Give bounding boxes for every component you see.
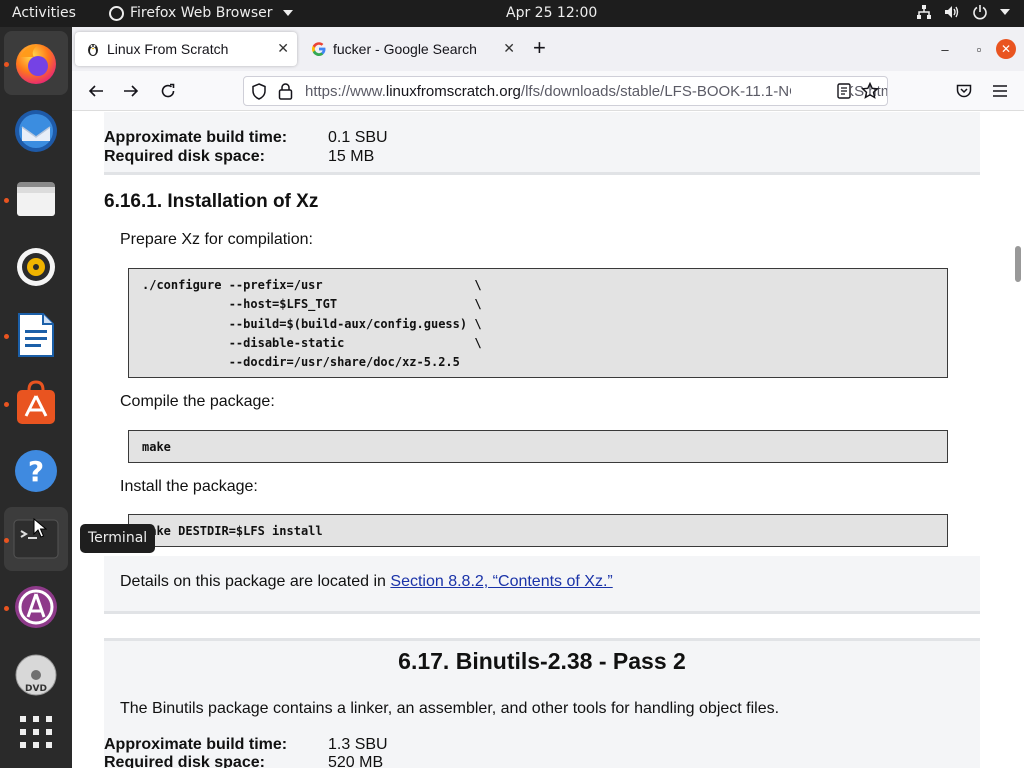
- minimize-icon[interactable]: –: [928, 42, 962, 57]
- details-note: Details on this package are located in S…: [104, 556, 980, 614]
- help-icon: ?: [15, 450, 57, 492]
- hamburger-menu-icon[interactable]: [990, 81, 1010, 101]
- page-scrollbar[interactable]: [1012, 112, 1024, 768]
- dock-dvd[interactable]: DVD: [4, 643, 68, 707]
- app-menu[interactable]: Firefox Web Browser: [109, 5, 293, 21]
- section-heading: 6.16.1. Installation of Xz: [104, 191, 319, 212]
- configure-code: ./configure --prefix=/usr \ --host=$LFS_…: [142, 278, 482, 370]
- chevron-down-icon: [282, 10, 293, 16]
- software-updater-icon: [15, 586, 57, 628]
- reload-icon[interactable]: [158, 81, 178, 101]
- disk-space-value: 15 MB: [328, 148, 375, 165]
- app-menu-label: Firefox Web Browser: [130, 5, 273, 21]
- details-text: Details on this package are located in S…: [120, 573, 613, 590]
- svg-text:?: ?: [28, 455, 44, 488]
- disk-space-value: 520 MB: [328, 754, 384, 768]
- next-section-heading: 6.17. Binutils-2.38 - Pass 2: [398, 648, 686, 674]
- compile-paragraph: Compile the package:: [120, 393, 275, 410]
- new-tab-plus-icon[interactable]: +: [533, 37, 546, 59]
- running-indicator: [4, 334, 9, 339]
- build-time-value: 0.1 SBU: [328, 129, 388, 146]
- thunderbird-icon: [15, 110, 57, 152]
- make-code-block: make: [128, 430, 948, 463]
- dvd-icon: DVD: [15, 654, 57, 696]
- make-code: make: [142, 440, 171, 454]
- page-content: Approximate build time: 0.1 SBU Required…: [72, 112, 1012, 768]
- tab-linux-from-scratch[interactable]: Linux From Scratch ✕: [75, 32, 297, 66]
- dock-libreoffice-writer[interactable]: [4, 303, 68, 367]
- close-tab-icon[interactable]: ✕: [277, 40, 289, 57]
- files-icon: [17, 182, 55, 216]
- contents-of-xz-link[interactable]: Section 8.8.2, “Contents of Xz.”: [390, 573, 612, 590]
- package-info-box: Approximate build time: 0.1 SBU Required…: [104, 112, 980, 172]
- running-indicator: [4, 402, 9, 407]
- clock[interactable]: Apr 25 12:00: [506, 5, 597, 21]
- address-bar[interactable]: https://www.linuxfromscratch.org/lfs/dow…: [243, 76, 888, 106]
- tab-title: Linux From Scratch: [107, 41, 229, 57]
- configure-code-block: ./configure --prefix=/usr \ --host=$LFS_…: [128, 268, 948, 378]
- dock-thunderbird[interactable]: [4, 99, 68, 163]
- running-indicator: [4, 538, 9, 543]
- navigation-toolbar: https://www.linuxfromscratch.org/lfs/dow…: [72, 71, 1024, 111]
- pocket-icon[interactable]: [954, 81, 974, 101]
- disk-space-label: Required disk space:: [104, 148, 265, 165]
- scrollbar-thumb[interactable]: [1015, 246, 1021, 282]
- dock-show-applications[interactable]: [4, 700, 68, 764]
- running-indicator: [4, 62, 9, 67]
- tab-title: fucker - Google Search: [333, 41, 477, 57]
- back-arrow-icon[interactable]: [86, 81, 106, 101]
- dock-terminal[interactable]: [4, 507, 68, 571]
- tab-strip: Linux From Scratch ✕ fucker - Google Sea…: [72, 27, 1024, 71]
- window-close-icon[interactable]: ✕: [996, 39, 1016, 59]
- activities-button[interactable]: Activities: [12, 5, 76, 21]
- install-code: make DESTDIR=$LFS install: [142, 524, 323, 538]
- chevron-down-icon: [1000, 8, 1010, 16]
- prepare-paragraph: Prepare Xz for compilation:: [120, 231, 313, 248]
- shield-icon[interactable]: [251, 83, 267, 105]
- build-time-label: Approximate build time:: [104, 129, 288, 146]
- mouse-pointer-icon: [33, 518, 47, 538]
- ubuntu-software-icon: [17, 380, 55, 424]
- volume-icon: [944, 4, 960, 20]
- running-indicator: [4, 606, 9, 611]
- build-time-value: 1.3 SBU: [328, 736, 388, 753]
- system-tray[interactable]: [916, 4, 1010, 20]
- reader-view-icon[interactable]: [837, 83, 851, 104]
- dock-files[interactable]: [4, 167, 68, 231]
- lfs-penguin-icon: [85, 41, 101, 57]
- power-icon: [972, 4, 988, 20]
- build-time-label: Approximate build time:: [104, 736, 288, 753]
- top-bar: Activities Firefox Web Browser Apr 25 12…: [0, 0, 1024, 27]
- firefox-icon: [16, 44, 56, 84]
- bookmark-star-icon[interactable]: [860, 81, 880, 105]
- network-icon: [916, 4, 932, 20]
- lock-icon[interactable]: [278, 83, 293, 105]
- dock-help[interactable]: ?: [4, 439, 68, 503]
- section-divider: [104, 172, 980, 175]
- rhythmbox-icon: [17, 248, 55, 286]
- dock-firefox[interactable]: [4, 31, 68, 95]
- install-code-block: make DESTDIR=$LFS install: [128, 514, 948, 547]
- dock-rhythmbox[interactable]: [4, 235, 68, 299]
- app-grid-icon: [20, 716, 52, 748]
- close-tab-icon[interactable]: ✕: [503, 40, 515, 57]
- forward-arrow-icon[interactable]: [121, 81, 141, 101]
- tab-google-search[interactable]: fucker - Google Search ✕: [301, 32, 523, 66]
- dock-software-updater[interactable]: [4, 575, 68, 639]
- google-icon: [311, 41, 327, 57]
- dock-ubuntu-software[interactable]: [4, 371, 68, 435]
- svg-text:DVD: DVD: [25, 684, 47, 694]
- install-paragraph: Install the package:: [120, 478, 258, 495]
- window-controls: – ▫ ✕: [928, 27, 1024, 71]
- firefox-small-icon: [109, 5, 124, 21]
- maximize-icon[interactable]: ▫: [962, 42, 996, 57]
- dock-tooltip: Terminal: [80, 524, 156, 553]
- disk-space-label: Required disk space:: [104, 754, 265, 768]
- libreoffice-writer-icon: [18, 313, 54, 357]
- running-indicator: [4, 198, 9, 203]
- binutils-description: The Binutils package contains a linker, …: [120, 700, 780, 717]
- dock: ? DVD: [0, 27, 72, 768]
